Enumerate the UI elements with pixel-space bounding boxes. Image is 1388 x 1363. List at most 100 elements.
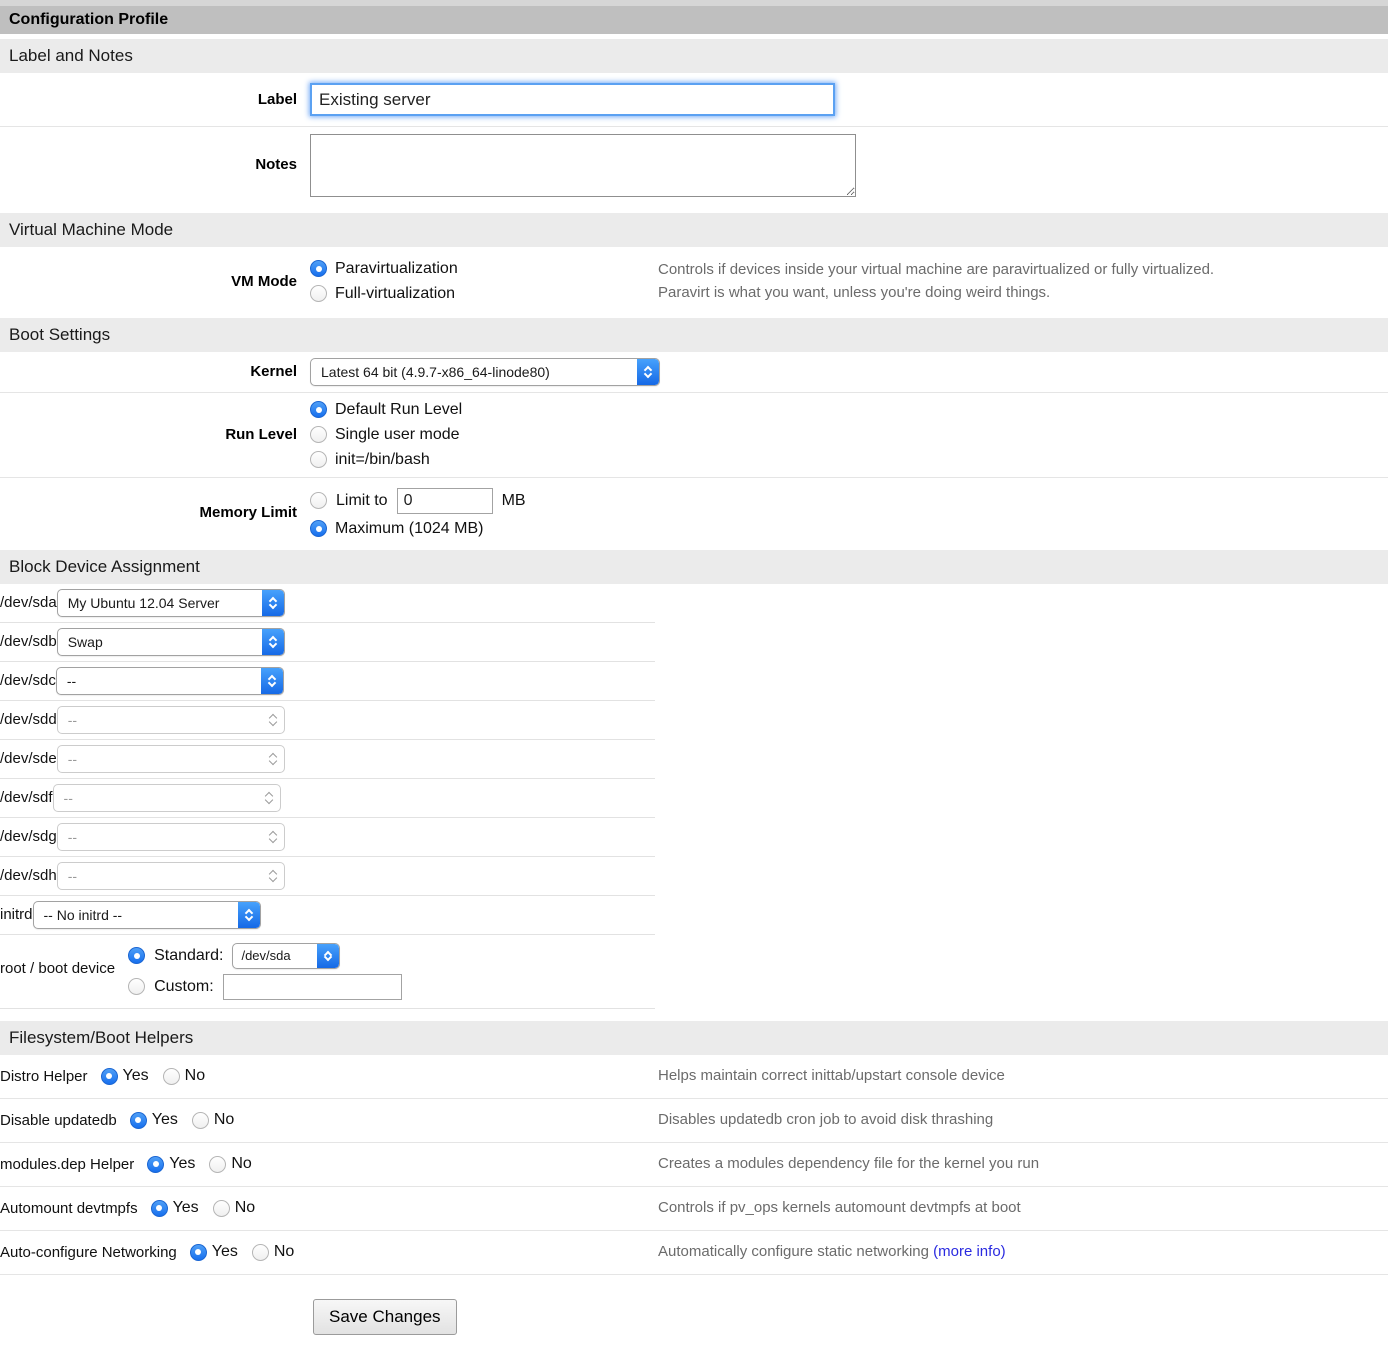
distro-helper-label: Distro Helper: [0, 1068, 88, 1085]
helper-row-updatedb: Disable updatedb Yes No Disables updated…: [0, 1099, 1388, 1143]
helper-row-distro: Distro Helper Yes No Helps maintain corr…: [0, 1055, 1388, 1099]
kernel-select[interactable]: Latest 64 bit (4.9.7-x86_64-linode80): [310, 358, 660, 386]
device-label-sde: /dev/sde: [0, 750, 57, 767]
memory-limit-to-radio[interactable]: [310, 492, 327, 509]
device-select-sdf[interactable]: --: [53, 784, 281, 812]
init-bin-bash-radio[interactable]: [310, 451, 327, 468]
select-stepper-icon: [261, 668, 283, 694]
notes-field-label: Notes: [0, 134, 297, 173]
helper-row-devtmpfs: Automount devtmpfs Yes No Controls if pv…: [0, 1187, 1388, 1231]
automount-devtmpfs-yes-radio[interactable]: [151, 1200, 168, 1217]
automount-devtmpfs-help-text: Controls if pv_ops kernels automount dev…: [658, 1196, 1388, 1219]
section-header-vm-mode: Virtual Machine Mode: [0, 213, 1388, 247]
root-standard-label: Standard:: [154, 947, 223, 965]
device-select-sdc[interactable]: --: [56, 667, 284, 695]
initrd-label: initrd: [0, 906, 33, 923]
memory-maximum-radio[interactable]: [310, 520, 327, 537]
page-title: Configuration Profile: [0, 6, 1388, 34]
configuration-profile-page: Configuration Profile Label and Notes La…: [0, 0, 1388, 1347]
vm-mode-label: VM Mode: [0, 273, 297, 290]
device-label-sda: /dev/sda: [0, 594, 57, 611]
automount-devtmpfs-no-radio[interactable]: [213, 1200, 230, 1217]
block-device-row-sdd: /dev/sdd --: [0, 701, 655, 740]
device-select-sda[interactable]: My Ubuntu 12.04 Server: [57, 589, 285, 617]
modules-dep-no-radio[interactable]: [209, 1156, 226, 1173]
select-stepper-icon: [262, 590, 284, 616]
label-field-row: Label: [0, 73, 1388, 127]
select-stepper-icon: [258, 785, 280, 811]
memory-limit-to-label: Limit to: [336, 492, 388, 510]
run-level-label: Run Level: [0, 426, 297, 443]
root-standard-select[interactable]: /dev/sda: [232, 943, 340, 969]
root-custom-label: Custom:: [154, 978, 214, 996]
kernel-label: Kernel: [0, 363, 297, 380]
memory-limit-label: Memory Limit: [0, 504, 297, 521]
block-device-row-sda: /dev/sda My Ubuntu 12.04 Server: [0, 584, 655, 623]
paravirtualization-radio[interactable]: [310, 260, 327, 277]
notes-textarea[interactable]: [310, 134, 856, 197]
modules-dep-yes-radio[interactable]: [147, 1156, 164, 1173]
full-virtualization-radio-label: Full-virtualization: [335, 285, 455, 303]
kernel-select-value: Latest 64 bit (4.9.7-x86_64-linode80): [311, 359, 637, 385]
helper-row-networking: Auto-configure Networking Yes No Automat…: [0, 1231, 1388, 1275]
device-label-sdd: /dev/sdd: [0, 711, 57, 728]
root-custom-input[interactable]: [223, 974, 402, 1000]
auto-configure-networking-no-radio[interactable]: [252, 1244, 269, 1261]
automount-devtmpfs-label: Automount devtmpfs: [0, 1200, 138, 1217]
root-boot-device-row: root / boot device Standard: /dev/sda Cu…: [0, 935, 655, 1009]
select-stepper-icon: [262, 824, 284, 850]
single-user-mode-radio[interactable]: [310, 426, 327, 443]
memory-limit-input[interactable]: [397, 488, 493, 514]
section-header-boot-settings: Boot Settings: [0, 318, 1388, 352]
device-select-sdb[interactable]: Swap: [57, 628, 285, 656]
vm-mode-row: VM Mode Paravirtualization Full-virtuali…: [0, 247, 1388, 316]
modules-dep-label: modules.dep Helper: [0, 1156, 134, 1173]
memory-limit-row: Memory Limit Limit to MB Maximum (1024 M…: [0, 478, 1388, 548]
auto-configure-networking-label: Auto-configure Networking: [0, 1244, 177, 1261]
disable-updatedb-label: Disable updatedb: [0, 1112, 117, 1129]
device-select-sdd[interactable]: --: [57, 706, 285, 734]
initrd-row: initrd -- No initrd --: [0, 896, 655, 935]
section-header-block-devices: Block Device Assignment: [0, 550, 1388, 584]
label-input[interactable]: [310, 83, 835, 116]
section-header-label-and-notes: Label and Notes: [0, 39, 1388, 73]
select-stepper-icon: [262, 746, 284, 772]
default-run-level-radio[interactable]: [310, 401, 327, 418]
block-device-row-sdb: /dev/sdb Swap: [0, 623, 655, 662]
single-user-mode-radio-label: Single user mode: [335, 426, 460, 444]
vm-mode-help-text: Controls if devices inside your virtual …: [658, 258, 1388, 305]
distro-helper-help-text: Helps maintain correct inittab/upstart c…: [658, 1064, 1388, 1087]
device-label-sdf: /dev/sdf: [0, 789, 53, 806]
select-stepper-icon: [238, 902, 260, 928]
memory-maximum-label: Maximum (1024 MB): [335, 520, 483, 538]
notes-field-row: Notes: [0, 127, 1388, 208]
default-run-level-radio-label: Default Run Level: [335, 401, 462, 419]
device-select-sde[interactable]: --: [57, 745, 285, 773]
disable-updatedb-yes-radio[interactable]: [130, 1112, 147, 1129]
paravirtualization-radio-label: Paravirtualization: [335, 260, 458, 278]
distro-helper-yes-radio[interactable]: [101, 1068, 118, 1085]
disable-updatedb-no-radio[interactable]: [192, 1112, 209, 1129]
device-select-sdh[interactable]: --: [57, 862, 285, 890]
save-changes-button[interactable]: Save Changes: [313, 1299, 457, 1335]
device-label-sdg: /dev/sdg: [0, 828, 57, 845]
block-device-table: /dev/sda My Ubuntu 12.04 Server /dev/sdb…: [0, 584, 655, 1009]
select-stepper-icon: [262, 863, 284, 889]
root-boot-device-label: root / boot device: [0, 943, 115, 1000]
block-device-row-sde: /dev/sde --: [0, 740, 655, 779]
root-standard-radio[interactable]: [128, 947, 145, 964]
initrd-select[interactable]: -- No initrd --: [33, 901, 261, 929]
select-stepper-icon: [637, 359, 659, 385]
root-custom-radio[interactable]: [128, 978, 145, 995]
block-device-row-sdf: /dev/sdf --: [0, 779, 655, 818]
device-select-sdg[interactable]: --: [57, 823, 285, 851]
distro-helper-no-radio[interactable]: [163, 1068, 180, 1085]
full-virtualization-radio[interactable]: [310, 285, 327, 302]
device-label-sdb: /dev/sdb: [0, 633, 57, 650]
auto-configure-networking-yes-radio[interactable]: [190, 1244, 207, 1261]
block-device-row-sdh: /dev/sdh --: [0, 857, 655, 896]
more-info-link[interactable]: (more info): [933, 1243, 1006, 1260]
save-area: Save Changes: [0, 1275, 1388, 1347]
section-header-helpers: Filesystem/Boot Helpers: [0, 1021, 1388, 1055]
memory-limit-unit: MB: [502, 492, 526, 510]
